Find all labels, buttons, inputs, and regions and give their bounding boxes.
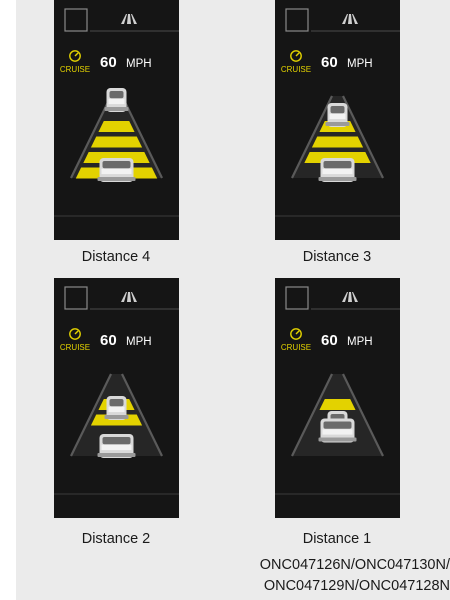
image-code-line: ONC047129N/ONC047128N	[263, 578, 450, 594]
own-vehicle	[318, 418, 357, 443]
cruise-label: CRUISE	[281, 343, 311, 352]
distance-bar	[98, 121, 135, 132]
caption-distance-3: Distance 3	[302, 249, 372, 265]
square-icon	[64, 286, 88, 310]
square-icon	[64, 8, 88, 32]
speed-value: 60	[321, 54, 338, 71]
lead-vehicle	[325, 103, 350, 127]
caption-distance-2: Distance 2	[81, 531, 151, 547]
square-icon	[285, 8, 309, 32]
speed-value: 60	[100, 332, 117, 349]
lead-vehicle	[104, 396, 129, 420]
image-codes: ONC047126N/ONC047130N/ ONC047129N/ONC047…	[196, 555, 450, 597]
distance-bars	[319, 399, 356, 410]
cruise-label: CRUISE	[281, 65, 311, 74]
distance-bar	[319, 399, 356, 410]
display-distance-1: CRUISE 60 MPH	[275, 278, 400, 518]
speed-value: 60	[100, 54, 117, 71]
display-distance-4: CRUISE 60 MPH	[54, 0, 179, 240]
cruise-label: CRUISE	[60, 65, 90, 74]
manual-page: CRUISE 60 MPH Distance 4 CRUISE 60 MPH Dista…	[16, 0, 450, 600]
cruise-icon	[69, 328, 81, 340]
lane-icon	[342, 14, 358, 24]
distance-bar	[90, 136, 143, 148]
distance-bar	[311, 136, 364, 148]
cruise-icon	[69, 50, 81, 62]
display-distance-3: CRUISE 60 MPH	[275, 0, 400, 240]
speed-unit: MPH	[126, 336, 152, 348]
image-code-line: ONC047126N/ONC047130N/	[259, 557, 450, 573]
lane-icon	[121, 292, 137, 302]
cruise-label: CRUISE	[60, 343, 90, 352]
lead-vehicle	[104, 88, 129, 112]
caption-distance-1: Distance 1	[302, 531, 372, 547]
square-icon	[285, 286, 309, 310]
cruise-icon	[290, 328, 302, 340]
caption-distance-4: Distance 4	[81, 249, 151, 265]
cruise-icon	[290, 50, 302, 62]
speed-unit: MPH	[347, 336, 373, 348]
speed-unit: MPH	[347, 58, 373, 70]
own-vehicle	[97, 434, 136, 458]
lane-icon	[121, 14, 137, 24]
speed-unit: MPH	[126, 58, 152, 70]
own-vehicle	[318, 158, 357, 182]
display-distance-2: CRUISE 60 MPH	[54, 278, 179, 518]
lane-icon	[342, 292, 358, 302]
own-vehicle	[97, 158, 136, 182]
speed-value: 60	[321, 332, 338, 349]
